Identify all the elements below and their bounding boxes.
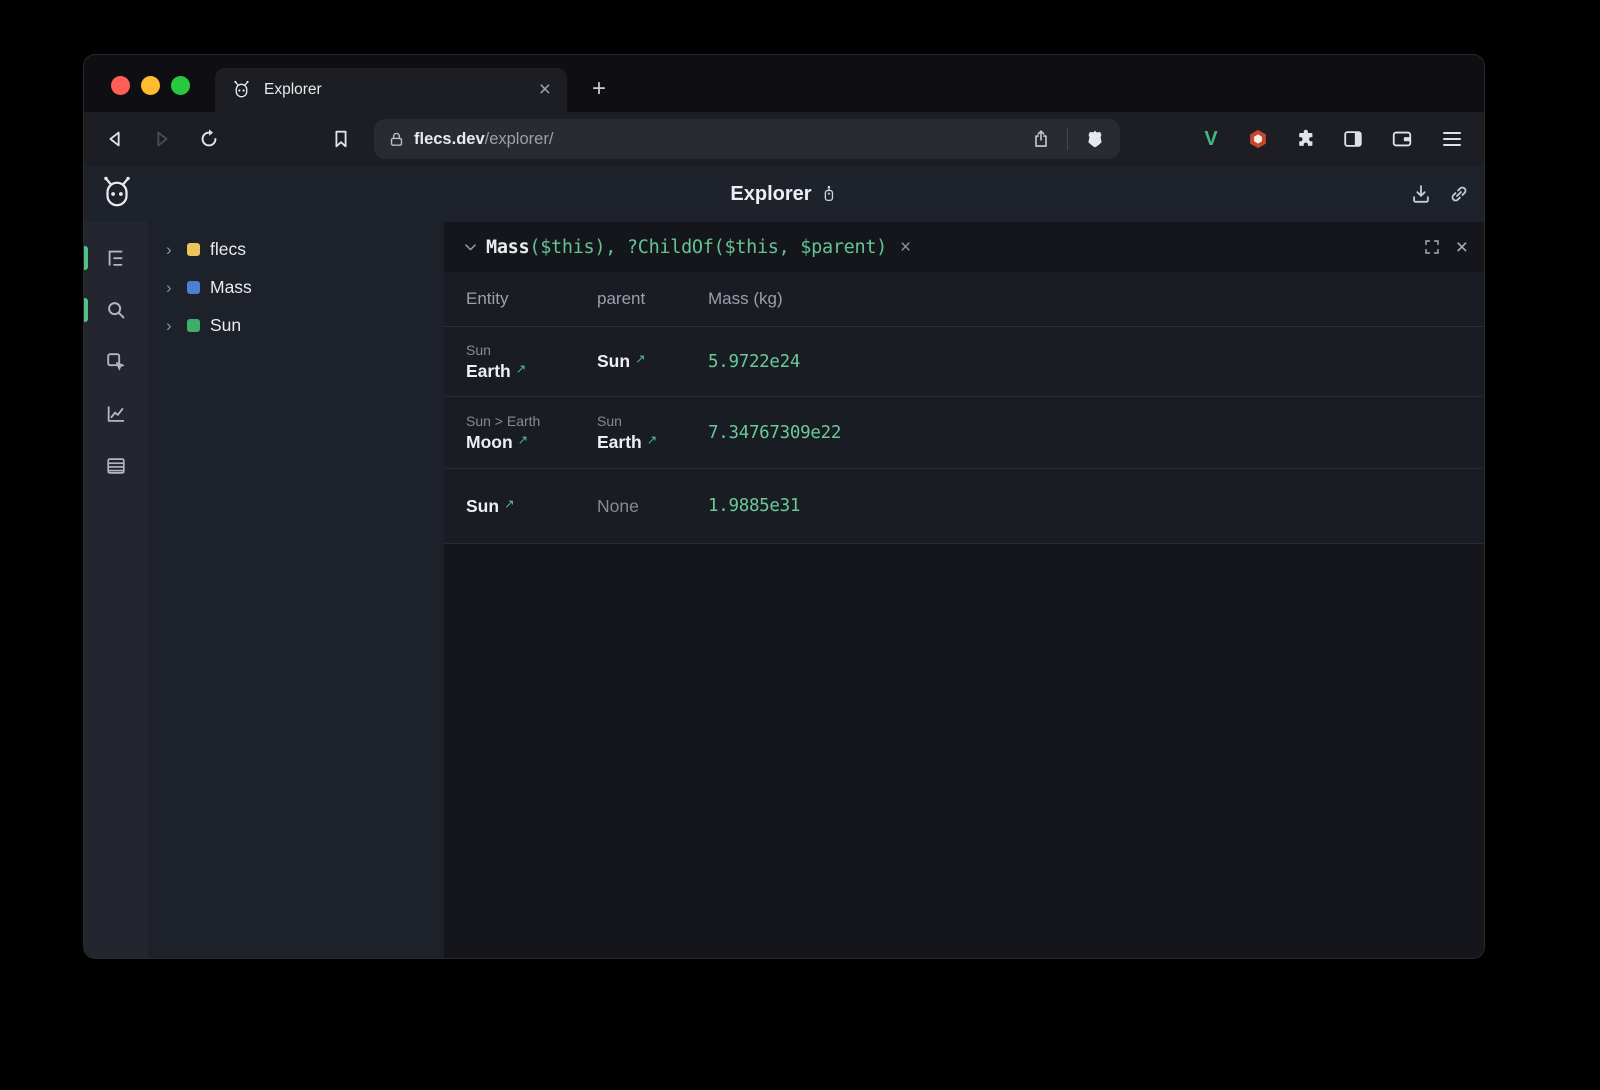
vue-devtools-extension-icon[interactable]: V <box>1199 127 1223 151</box>
chevron-down-icon[interactable] <box>462 239 479 256</box>
link-icon[interactable] <box>1448 183 1470 205</box>
url-path: /explorer/ <box>485 130 554 149</box>
external-link-icon: ↗ <box>647 432 657 447</box>
new-tab-button[interactable]: + <box>585 76 613 104</box>
parent-name: Earth <box>597 432 642 453</box>
url-domain: flecs.dev <box>414 130 485 149</box>
query-component: Mass <box>486 237 529 258</box>
brave-shields-icon[interactable] <box>1084 128 1106 150</box>
tree-item-label: Mass <box>210 277 252 298</box>
divider <box>1067 128 1068 150</box>
window-controls <box>111 76 190 95</box>
extensions-puzzle-icon[interactable] <box>1294 127 1318 151</box>
menu-hamburger-icon[interactable] <box>1440 127 1464 151</box>
mass-value: 1.9885e31 <box>708 496 1484 516</box>
query-terms: ($this), ?ChildOf($this, $parent) <box>529 237 887 258</box>
entity-link[interactable]: Moon ↗ <box>466 432 597 453</box>
tree-item-mass[interactable]: › Mass <box>148 268 444 306</box>
wallet-icon[interactable] <box>1390 127 1414 151</box>
hexagon-extension-icon[interactable] <box>1246 127 1270 151</box>
vue-letter: V <box>1204 128 1217 151</box>
entity-tree: › flecs › Mass › Sun <box>148 222 444 958</box>
column-header-mass: Mass (kg) <box>708 289 1484 309</box>
table-row: Sun ↗ None 1.9885e31 <box>444 469 1484 544</box>
table-row: Sun > Earth Moon ↗ Sun Earth ↗ <box>444 397 1484 469</box>
column-header-entity: Entity <box>466 289 597 309</box>
table-row: Sun Earth ↗ Sun ↗ 5.9722e24 <box>444 327 1484 397</box>
table-rows-icon[interactable] <box>105 455 127 477</box>
chart-icon[interactable] <box>105 403 127 425</box>
sidebar-toggle-icon[interactable] <box>1341 127 1365 151</box>
robot-icon <box>821 184 838 204</box>
entity-color-swatch <box>187 319 200 332</box>
parent-link[interactable]: Sun ↗ <box>597 351 708 372</box>
main-content: › flecs › Mass › Sun Mass($this), ?Chi <box>84 222 1484 958</box>
bookmark-icon[interactable] <box>330 128 352 150</box>
inspector-icon[interactable] <box>105 351 127 373</box>
parent-path: Sun <box>597 413 708 429</box>
tab-title: Explorer <box>264 81 539 99</box>
table-header-row: Entity parent Mass (kg) <box>444 272 1484 327</box>
tree-view-icon[interactable] <box>105 247 127 269</box>
active-indicator <box>84 298 88 322</box>
query-results-table: Entity parent Mass (kg) Sun Earth ↗ <box>444 272 1484 544</box>
query-panel: Mass($this), ?ChildOf($this, $parent) × … <box>444 222 1484 958</box>
entity-link[interactable]: Sun ↗ <box>466 496 597 517</box>
query-expression[interactable]: Mass($this), ?ChildOf($this, $parent) <box>486 237 887 258</box>
chevron-right-icon[interactable]: › <box>166 317 182 334</box>
query-clear-icon[interactable]: × <box>900 238 911 257</box>
tree-item-flecs[interactable]: › flecs <box>148 230 444 268</box>
browser-window: Explorer × + flecs.dev/explorer/ <box>84 55 1484 958</box>
share-icon[interactable] <box>1031 129 1051 149</box>
address-bar[interactable]: flecs.dev/explorer/ <box>374 119 1120 159</box>
external-link-icon: ↗ <box>635 351 645 366</box>
search-icon[interactable] <box>105 299 127 321</box>
parent-name: Sun <box>597 351 630 372</box>
entity-name: Sun <box>466 496 499 517</box>
maximize-window-button[interactable] <box>171 76 190 95</box>
page-title: Explorer <box>730 166 837 222</box>
tree-item-label: flecs <box>210 239 246 260</box>
active-indicator <box>84 246 88 270</box>
mass-value: 7.34767309e22 <box>708 423 1484 443</box>
entity-path: Sun <box>466 342 597 358</box>
browser-toolbar: flecs.dev/explorer/ V <box>84 112 1484 166</box>
entity-name: Moon <box>466 432 513 453</box>
entity-name: Earth <box>466 361 511 382</box>
page-title-text: Explorer <box>730 183 811 206</box>
flecs-logo[interactable] <box>98 175 136 213</box>
chevron-right-icon[interactable]: › <box>166 241 182 258</box>
flecs-favicon <box>231 80 252 101</box>
column-header-parent: parent <box>597 289 708 309</box>
tree-item-label: Sun <box>210 315 241 336</box>
fullscreen-icon[interactable] <box>1423 238 1441 256</box>
parent-link[interactable]: Earth ↗ <box>597 432 708 453</box>
tab-close-icon[interactable]: × <box>539 80 551 100</box>
forward-button[interactable] <box>151 128 173 150</box>
tool-sidebar <box>84 222 148 958</box>
header-actions <box>1410 183 1470 205</box>
entity-color-swatch <box>187 281 200 294</box>
tree-item-sun[interactable]: › Sun <box>148 306 444 344</box>
browser-tab-explorer[interactable]: Explorer × <box>215 68 567 112</box>
entity-link[interactable]: Earth ↗ <box>466 361 597 382</box>
external-link-icon: ↗ <box>504 496 514 511</box>
download-icon[interactable] <box>1410 183 1432 205</box>
entity-path: Sun > Earth <box>466 413 597 429</box>
tab-bar: Explorer × + <box>84 55 1484 112</box>
external-link-icon: ↗ <box>516 361 526 376</box>
mass-value: 5.9722e24 <box>708 352 1484 372</box>
entity-color-swatch <box>187 243 200 256</box>
query-header: Mass($this), ?ChildOf($this, $parent) × … <box>444 222 1484 272</box>
reload-button[interactable] <box>198 128 220 150</box>
explorer-header: Explorer <box>84 166 1484 222</box>
panel-close-icon[interactable]: × <box>1456 237 1468 258</box>
minimize-window-button[interactable] <box>141 76 160 95</box>
chevron-right-icon[interactable]: › <box>166 279 182 296</box>
parent-none: None <box>597 496 708 517</box>
back-button[interactable] <box>104 128 126 150</box>
close-window-button[interactable] <box>111 76 130 95</box>
lock-icon <box>388 131 405 148</box>
external-link-icon: ↗ <box>518 432 528 447</box>
